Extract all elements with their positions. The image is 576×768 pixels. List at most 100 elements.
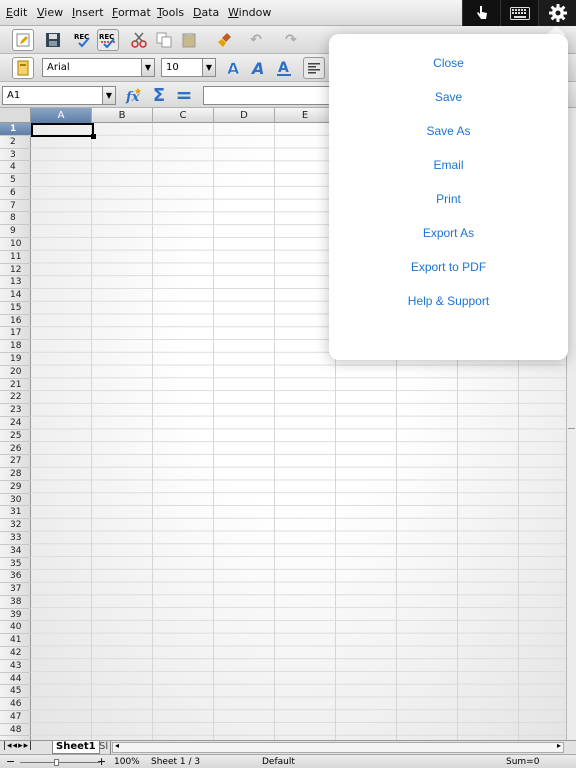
tab-sheet1[interactable]: Sheet1 — [52, 741, 100, 754]
print-menu-item[interactable]: Print — [329, 184, 568, 214]
row-header[interactable]: 45 — [0, 685, 31, 699]
row-header[interactable]: 8 — [0, 212, 31, 226]
row-header[interactable]: 16 — [0, 315, 31, 328]
row-header[interactable]: 44 — [0, 673, 31, 686]
column-header[interactable]: C — [153, 108, 214, 123]
row-header[interactable]: 33 — [0, 532, 31, 545]
italic-button[interactable]: A — [248, 57, 270, 79]
row-header[interactable]: 20 — [0, 366, 31, 379]
row-header[interactable]: 41 — [0, 634, 31, 647]
zoom-slider[interactable] — [20, 762, 100, 763]
row-header[interactable]: 23 — [0, 404, 31, 417]
keyboard-button[interactable] — [500, 0, 538, 26]
select-all-corner[interactable] — [0, 108, 31, 123]
styles-button[interactable] — [12, 57, 34, 79]
row-header[interactable]: 1 — [0, 123, 31, 136]
menu-view[interactable]: View — [37, 6, 63, 19]
bold-button[interactable]: A — [223, 57, 245, 79]
column-header[interactable]: B — [92, 108, 153, 123]
row-header[interactable]: 35 — [0, 558, 31, 571]
align-left-button[interactable] — [303, 57, 325, 79]
undo-button[interactable]: ↶ — [245, 29, 267, 51]
scroll-thumb[interactable] — [568, 428, 575, 442]
autospell-button[interactable]: REC — [97, 29, 119, 51]
email-menu-item[interactable]: Email — [329, 150, 568, 180]
row-header[interactable]: 18 — [0, 340, 31, 354]
paste-button[interactable] — [178, 29, 200, 51]
row-header[interactable]: 34 — [0, 545, 31, 558]
export-as-menu-item[interactable]: Export As — [329, 218, 568, 248]
menu-tools[interactable]: Tools — [157, 6, 184, 19]
save-as-menu-item[interactable]: Save As — [329, 116, 568, 146]
row-header[interactable]: 5 — [0, 174, 31, 187]
sum-button[interactable]: Σ — [148, 84, 170, 106]
redo-button[interactable]: ↷ — [280, 29, 302, 51]
row-header[interactable]: 3 — [0, 149, 31, 162]
zoom-in-icon[interactable]: + — [97, 755, 106, 768]
row-header[interactable]: 32 — [0, 519, 31, 532]
menu-insert[interactable]: Insert — [72, 6, 104, 19]
tab-nav-icon[interactable]: |◂◂▸▸| — [3, 741, 33, 751]
zoom-slider-thumb[interactable] — [54, 759, 59, 766]
row-header[interactable]: 47 — [0, 711, 31, 724]
menu-edit[interactable]: Edit — [6, 6, 27, 19]
save-doc-button[interactable] — [42, 29, 64, 51]
spellcheck-button[interactable]: REC — [72, 29, 94, 51]
function-wizard-button[interactable]: fx — [123, 84, 145, 106]
edit-file-button[interactable] — [12, 29, 34, 51]
row-header[interactable]: 24 — [0, 417, 31, 430]
row-header[interactable]: 38 — [0, 596, 31, 609]
row-header[interactable]: 15 — [0, 302, 31, 315]
row-header[interactable]: 6 — [0, 187, 31, 200]
font-size-combo[interactable]: 10 ▼ — [161, 58, 216, 77]
row-header[interactable]: 43 — [0, 660, 31, 673]
font-name-combo[interactable]: Arial ▼ — [42, 58, 155, 77]
column-header[interactable]: D — [214, 108, 275, 123]
row-header[interactable]: 42 — [0, 647, 31, 660]
row-header[interactable]: 37 — [0, 583, 31, 596]
horizontal-scrollbar[interactable]: ◂ ▸ — [112, 741, 564, 753]
row-header[interactable]: 12 — [0, 264, 31, 277]
column-header[interactable]: A — [31, 108, 92, 123]
tab-sheet2[interactable]: Sl — [97, 741, 112, 754]
chevron-down-icon[interactable]: ▼ — [141, 59, 154, 76]
menu-format[interactable]: Format — [112, 6, 151, 19]
chevron-down-icon[interactable]: ▼ — [202, 59, 215, 76]
row-header[interactable]: 46 — [0, 698, 31, 711]
close-menu-item[interactable]: Close — [329, 48, 568, 78]
row-header[interactable]: 9 — [0, 225, 31, 238]
row-header[interactable]: 19 — [0, 353, 31, 366]
row-header[interactable]: 17 — [0, 327, 31, 341]
name-box[interactable]: A1 ▼ — [2, 86, 116, 105]
row-header[interactable]: 31 — [0, 506, 31, 520]
chevron-down-icon[interactable]: ▼ — [102, 87, 115, 104]
row-header[interactable]: 13 — [0, 276, 31, 290]
underline-button[interactable]: A — [273, 57, 295, 79]
row-header[interactable]: 29 — [0, 481, 31, 494]
row-header[interactable]: 25 — [0, 430, 31, 443]
row-header[interactable]: 39 — [0, 609, 31, 622]
column-header[interactable]: E — [275, 108, 336, 123]
zoom-out-icon[interactable]: − — [6, 755, 15, 768]
row-header[interactable]: 4 — [0, 161, 31, 175]
row-header[interactable]: 11 — [0, 251, 31, 264]
cut-button[interactable] — [128, 29, 150, 51]
row-header[interactable]: 28 — [0, 468, 31, 481]
settings-button[interactable] — [538, 0, 576, 26]
scroll-left-icon[interactable]: ◂ — [115, 741, 119, 750]
row-header[interactable]: 21 — [0, 379, 31, 392]
row-header[interactable]: 10 — [0, 238, 31, 251]
row-header[interactable]: 48 — [0, 724, 31, 737]
row-header[interactable]: 26 — [0, 443, 31, 456]
export-pdf-menu-item[interactable]: Export to PDF — [329, 252, 568, 282]
scroll-right-icon[interactable]: ▸ — [557, 741, 561, 750]
touch-mode-button[interactable] — [462, 0, 500, 26]
row-header[interactable]: 30 — [0, 494, 31, 507]
row-header[interactable]: 2 — [0, 136, 31, 149]
row-header[interactable]: 36 — [0, 570, 31, 584]
row-header[interactable]: 27 — [0, 455, 31, 469]
menu-window[interactable]: Window — [228, 6, 271, 19]
menu-data[interactable]: Data — [193, 6, 219, 19]
formula-button[interactable]: = — [173, 83, 195, 107]
copy-button[interactable] — [153, 29, 175, 51]
